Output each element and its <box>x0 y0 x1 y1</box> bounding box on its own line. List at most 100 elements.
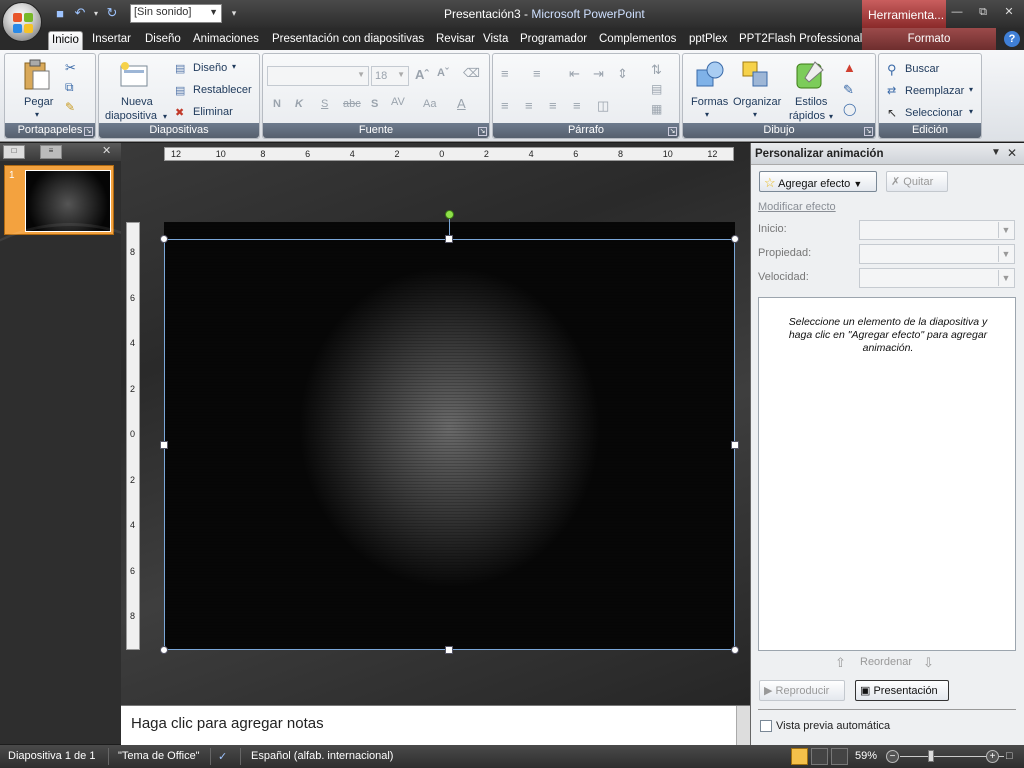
clear-format-icon[interactable]: ⌫ <box>463 66 480 80</box>
increase-indent-icon[interactable]: ⇥ <box>593 66 604 82</box>
autopreview-label[interactable]: Vista previa automática <box>776 720 890 732</box>
speed-select[interactable]: ▼ <box>859 268 1015 288</box>
select-button[interactable]: Seleccionar <box>905 107 962 119</box>
align-text-icon[interactable]: ▤ <box>651 82 662 96</box>
resize-handle-s[interactable] <box>445 646 453 654</box>
tab-inicio[interactable]: Inicio <box>48 31 83 50</box>
font-size-input[interactable]: 18 ▼ <box>371 66 409 86</box>
chevron-down-icon[interactable]: ▾ <box>35 110 39 119</box>
outline-tab-icon[interactable]: ≡ <box>40 145 62 159</box>
chevron-down-icon[interactable]: ▾ <box>969 107 973 116</box>
shapes-icon[interactable] <box>695 60 725 90</box>
tab-diseno[interactable]: Diseño <box>145 31 181 50</box>
decrease-indent-icon[interactable]: ⇤ <box>569 66 580 82</box>
format-painter-icon[interactable]: ✎ <box>65 100 75 114</box>
resize-handle-nw[interactable] <box>160 235 168 243</box>
property-select[interactable]: ▼ <box>859 244 1015 264</box>
resize-handle-n[interactable] <box>445 235 453 243</box>
resize-handle-e[interactable] <box>731 441 739 449</box>
shape-effects-icon[interactable]: ◯ <box>843 102 856 116</box>
reorder-up-icon[interactable]: ⇧ <box>835 655 846 671</box>
resize-handle-sw[interactable] <box>160 646 168 654</box>
align-center-icon[interactable]: ≡ <box>525 98 533 113</box>
tab-programador[interactable]: Programador <box>520 31 587 50</box>
tab-animaciones[interactable]: Animaciones <box>193 31 259 50</box>
notes-scrollbar[interactable] <box>736 706 750 746</box>
new-slide-label-1[interactable]: Nueva <box>121 96 153 108</box>
replace-button[interactable]: Reemplazar <box>905 85 964 97</box>
chevron-down-icon[interactable]: ▾ <box>232 62 236 71</box>
quick-styles-label-2[interactable]: rápidos <box>789 110 825 122</box>
tab-pptplex[interactable]: pptPlex <box>689 31 727 50</box>
new-slide-icon[interactable] <box>119 60 151 88</box>
tab-ppt2flash[interactable]: PPT2Flash Professional <box>739 31 862 50</box>
slideshow-view-icon[interactable] <box>831 748 848 765</box>
minimize-button[interactable]: — <box>946 4 968 20</box>
chevron-down-icon[interactable]: ▾ <box>705 110 709 119</box>
columns-icon[interactable]: ◫ <box>597 98 609 114</box>
language[interactable]: Español (alfab. internacional) <box>251 750 393 762</box>
dialog-launcher-icon[interactable]: ↘ <box>668 127 677 136</box>
arrange-icon[interactable] <box>741 60 771 90</box>
shadow-icon[interactable]: S <box>371 98 378 110</box>
zoom-out-icon[interactable]: − <box>886 750 899 763</box>
notes-pane[interactable]: Haga clic para agregar notas <box>121 705 750 746</box>
align-right-icon[interactable]: ≡ <box>549 98 557 113</box>
help-icon[interactable]: ? <box>1004 31 1020 47</box>
sound-select[interactable]: [Sin sonido] ▼ <box>130 3 222 23</box>
dialog-launcher-icon[interactable]: ↘ <box>864 127 873 136</box>
spelling-icon[interactable]: ✓ <box>218 750 227 763</box>
quick-styles-label-1[interactable]: Estilos <box>795 96 827 108</box>
resize-handle-w[interactable] <box>160 441 168 449</box>
slideshow-button[interactable]: ▣ Presentación <box>855 680 949 701</box>
slides-tab-icon[interactable]: □ <box>3 145 25 159</box>
remove-button[interactable]: ✗ Quitar <box>886 171 948 192</box>
dialog-launcher-icon[interactable]: ↘ <box>84 127 93 136</box>
tab-insertar[interactable]: Insertar <box>92 31 131 50</box>
customize-qat-icon[interactable]: ▾ <box>226 5 242 21</box>
line-spacing-icon[interactable]: ⇕ <box>617 66 628 82</box>
font-name-input[interactable]: ▼ <box>267 66 369 86</box>
resize-handle-ne[interactable] <box>731 235 739 243</box>
animation-list[interactable]: Seleccione un elemento de la diapositiva… <box>758 297 1016 651</box>
tab-revisar[interactable]: Revisar <box>436 31 475 50</box>
tab-vista[interactable]: Vista <box>483 31 508 50</box>
strikethrough-icon[interactable]: abc <box>343 98 361 110</box>
restore-button[interactable]: ⧉ <box>972 4 994 20</box>
chevron-down-icon[interactable]: ▾ <box>829 112 833 121</box>
slide-sorter-view-icon[interactable] <box>811 748 828 765</box>
undo-icon[interactable]: ↶ <box>72 5 88 21</box>
reset-button[interactable]: Restablecer <box>193 84 252 96</box>
add-effect-button[interactable]: ☆ Agregar efecto ▼ <box>759 171 877 192</box>
office-button[interactable] <box>2 2 42 42</box>
start-select[interactable]: ▼ <box>859 220 1015 240</box>
rotate-handle[interactable] <box>445 210 454 219</box>
undo-dropdown-icon[interactable]: ▾ <box>92 5 100 21</box>
change-case-icon[interactable]: Aa <box>423 98 436 110</box>
underline-icon[interactable]: S <box>321 98 328 110</box>
selected-shape-outline[interactable] <box>164 239 735 650</box>
bullets-icon[interactable]: ≡ <box>501 66 509 81</box>
align-left-icon[interactable]: ≡ <box>501 98 509 113</box>
numbering-icon[interactable]: ≡ <box>533 66 541 81</box>
paste-label[interactable]: Pegar <box>24 96 53 108</box>
smartart-icon[interactable]: ▦ <box>651 102 662 116</box>
paste-icon[interactable] <box>23 59 51 91</box>
reorder-down-icon[interactable]: ⇩ <box>923 655 934 671</box>
shape-outline-icon[interactable]: ✎ <box>843 82 854 98</box>
autopreview-checkbox[interactable] <box>760 720 772 732</box>
normal-view-icon[interactable] <box>791 748 808 765</box>
char-spacing-icon[interactable]: AV <box>391 96 405 108</box>
fit-to-window-icon[interactable]: □ <box>1006 750 1013 762</box>
notes-placeholder[interactable]: Haga clic para agregar notas <box>131 715 324 732</box>
bold-icon[interactable]: N <box>273 98 281 110</box>
zoom-level[interactable]: 59% <box>855 750 877 762</box>
close-icon[interactable]: ✕ <box>1007 146 1017 160</box>
shrink-font-icon[interactable]: Aˇ <box>437 67 449 79</box>
grow-font-icon[interactable]: Aˆ <box>415 67 429 82</box>
slide-thumbnail[interactable]: 1 <box>4 165 114 235</box>
copy-icon[interactable]: ⧉ <box>65 80 74 95</box>
close-window-button[interactable]: ✕ <box>998 4 1020 20</box>
shapes-label[interactable]: Formas <box>691 96 728 108</box>
dialog-launcher-icon[interactable]: ↘ <box>478 127 487 136</box>
